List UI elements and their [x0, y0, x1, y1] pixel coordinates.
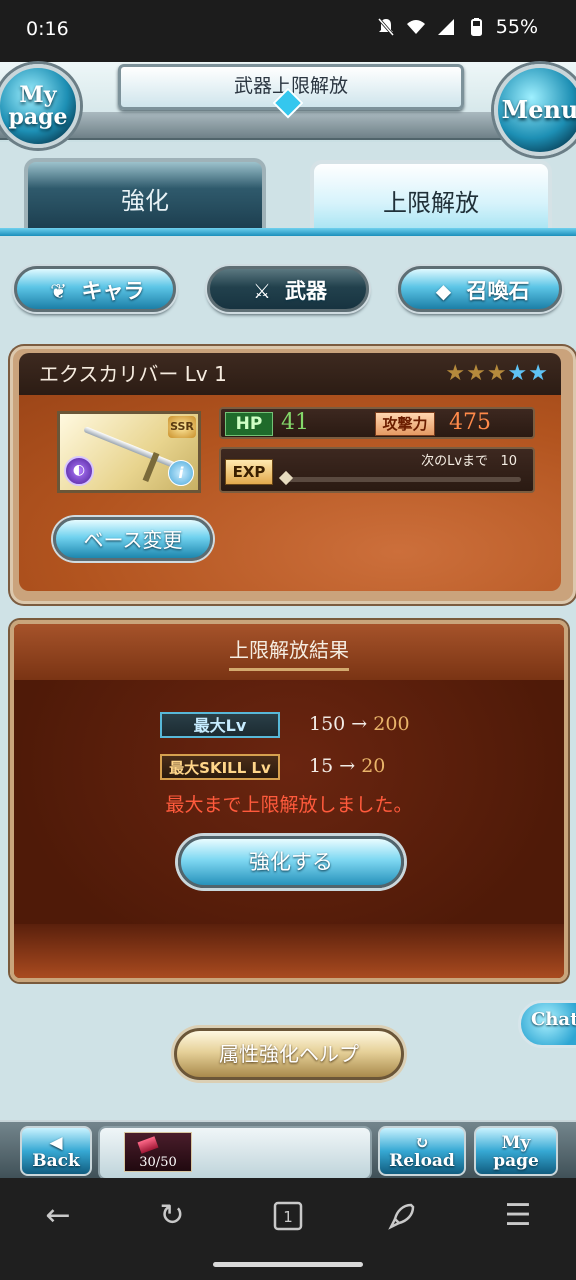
ap-value: 30/50	[139, 1155, 177, 1170]
next-level-label: 次のLvまで	[421, 454, 489, 469]
hp-value: 41	[281, 410, 309, 435]
exp-box: EXP 次のLvまで 10	[219, 447, 535, 493]
back-label: Back	[32, 1151, 80, 1171]
ap-crystal-icon	[137, 1136, 159, 1154]
weapon-name: エクスカリバー Lv 1	[39, 362, 227, 386]
ap-indicator: 30/50	[124, 1132, 192, 1172]
rarity-badge: SSR	[168, 416, 196, 438]
back-button[interactable]: ◀ Back	[20, 1126, 92, 1176]
weapon-panel-body: SSR ◐ i HP 41 攻撃力 475 EXP 次のLvまで 10 ベース変…	[19, 395, 561, 591]
max-level-values: 150 → 200	[309, 713, 410, 735]
max-skill-values: 15 → 20	[309, 755, 385, 777]
mypage-round-button[interactable]: My page	[0, 64, 80, 148]
hp-label: HP	[225, 412, 273, 436]
attack-label: 攻撃力	[375, 412, 435, 436]
rocket-icon[interactable]	[382, 1196, 422, 1236]
star-gold-icons: ★★★	[445, 361, 508, 386]
crossed-swords-icon: ⚔	[253, 279, 271, 303]
tab-limit-break[interactable]: 上限解放	[310, 160, 552, 230]
gesture-pill	[213, 1262, 363, 1267]
browser-nav-bar: ← ↻ 1 ☰	[0, 1178, 576, 1280]
max-skill-old: 15 →	[309, 755, 356, 777]
status-time: 0:16	[26, 18, 69, 40]
category-weapon-button[interactable]: ⚔ 武器	[207, 266, 369, 312]
category-summon-label: 召喚石	[466, 279, 530, 303]
svg-text:1: 1	[283, 1208, 293, 1226]
base-change-button[interactable]: ベース変更	[53, 517, 213, 561]
tabs-count-icon[interactable]: 1	[268, 1196, 308, 1236]
result-panel-footer	[14, 924, 564, 978]
refresh-icon[interactable]: ↻	[152, 1196, 192, 1236]
back-arrow-icon: ◀	[49, 1133, 63, 1153]
menu-lines-icon[interactable]: ☰	[498, 1196, 538, 1236]
weapon-title-bar: エクスカリバー Lv 1 ★★★★★	[19, 353, 561, 395]
category-chara-label: キャラ	[81, 279, 145, 303]
max-skill-new: 20	[361, 755, 386, 777]
exp-progress-bar	[285, 477, 521, 482]
result-message: 最大まで上限解放しました。	[165, 794, 413, 816]
wifi-icon	[406, 17, 426, 37]
exp-marker-icon	[278, 470, 294, 486]
uncap-stars: ★★★★★	[445, 353, 549, 395]
max-skill-label: 最大SKILL Lv	[160, 754, 280, 780]
attack-value: 475	[449, 410, 491, 435]
enhance-button[interactable]: 強化する	[178, 836, 404, 888]
exp-label: EXP	[225, 459, 273, 485]
result-title: 上限解放結果	[229, 638, 349, 662]
info-icon[interactable]: i	[168, 460, 194, 486]
mypage-button[interactable]: My page	[474, 1126, 558, 1176]
tab-bar: 強化 上限解放	[0, 142, 576, 242]
category-chara-button[interactable]: ❦ キャラ	[14, 266, 176, 312]
signal-icon	[436, 17, 456, 37]
game-bottom-bar: ◀ Back 30/50 ↻ Reload My page	[0, 1120, 576, 1180]
max-level-label: 最大Lv	[160, 712, 280, 738]
reload-icon: ↻	[414, 1133, 430, 1153]
dark-element-icon: ◐	[64, 456, 94, 486]
back-arrow-icon[interactable]: ←	[38, 1196, 78, 1236]
reload-button[interactable]: ↻ Reload	[378, 1126, 466, 1176]
element-help-button[interactable]: 属性強化ヘルプ	[174, 1028, 404, 1080]
chat-button[interactable]: Chat	[518, 1000, 576, 1048]
tab-enhance[interactable]: 強化	[24, 158, 266, 228]
next-level-value: 10	[500, 454, 517, 469]
stats-box: HP 41 攻撃力 475	[219, 407, 535, 439]
category-weapon-label: 武器	[285, 279, 327, 303]
star-blue-icons: ★★	[507, 361, 549, 386]
title-ornament	[229, 668, 349, 671]
category-summon-button[interactable]: ◆ 召喚石	[398, 266, 562, 312]
max-level-new: 200	[373, 713, 410, 735]
max-level-old: 150 →	[309, 713, 368, 735]
weapon-thumbnail[interactable]: SSR ◐ i	[57, 411, 201, 493]
limit-break-result-panel: 上限解放結果 最大Lv 150 → 200 最大SKILL Lv 15 → 20…	[10, 620, 568, 982]
weapon-panel: エクスカリバー Lv 1 ★★★★★ SSR ◐ i HP 41 攻撃力 475…	[10, 346, 576, 604]
next-level-info: 次のLvまで 10	[421, 450, 517, 469]
tab-underline	[0, 228, 576, 236]
crystal-icon: ◆	[435, 279, 452, 303]
battery-icon	[466, 17, 486, 37]
status-panel: 30/50	[98, 1126, 372, 1180]
battery-percent: 55%	[495, 16, 538, 38]
status-bar: 0:16 55%	[0, 0, 576, 62]
notifications-off-icon	[376, 17, 396, 37]
reload-label: Reload	[389, 1151, 455, 1171]
character-icon: ❦	[50, 279, 67, 303]
